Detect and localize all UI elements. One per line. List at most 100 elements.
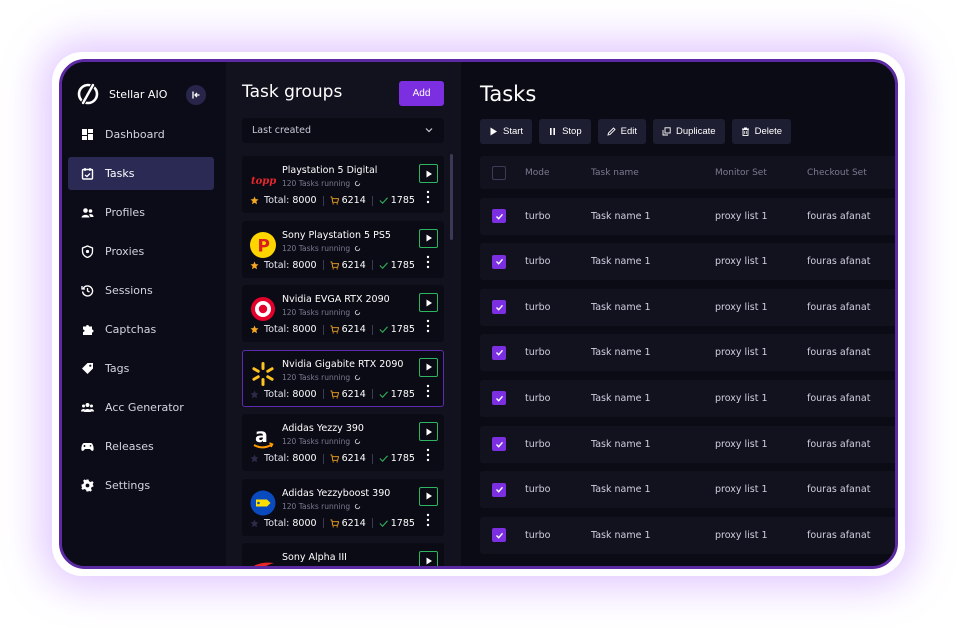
sidebar-item-label: Tasks (105, 167, 135, 180)
more-options-icon[interactable] (426, 319, 430, 333)
stop-button[interactable]: Stop (539, 119, 591, 144)
task-group-card[interactable]: Nvidia EVGA RTX 2090 120 Tasks running T… (242, 285, 444, 342)
play-group-button[interactable] (419, 551, 438, 566)
group-name: Adidas Yezzyboost 390 (282, 487, 391, 499)
group-checked: 1785 (390, 324, 415, 335)
app-window: Stellar AIO Dashboard Tasks Profiles Pro… (59, 59, 898, 569)
row-checkbox[interactable] (492, 391, 506, 406)
column-task-name[interactable]: Task name (591, 168, 639, 178)
column-monitor-set[interactable]: Monitor Set (715, 168, 767, 178)
cell-checkout-set: fouras afanat (807, 301, 871, 313)
more-options-icon[interactable] (426, 513, 430, 527)
play-group-button[interactable] (419, 486, 438, 506)
task-group-card[interactable]: Nvidia Gigabite RTX 2090 120 Tasks runni… (242, 349, 444, 407)
sort-select[interactable]: Last created (242, 118, 444, 143)
cell-mode: turbo (525, 438, 551, 450)
task-group-card[interactable]: Sony Alpha III (242, 543, 444, 566)
spinner-icon (354, 245, 361, 251)
cell-task-name: Task name 1 (591, 301, 651, 313)
row-checkbox[interactable] (492, 300, 506, 315)
group-checked: 1785 (390, 517, 415, 529)
table-row[interactable]: turbo Task name 1 proxy list 1 fouras af… (480, 197, 895, 235)
play-icon (426, 492, 432, 500)
start-button[interactable]: Start (480, 119, 533, 144)
duplicate-button[interactable]: Duplicate (652, 119, 725, 144)
topps-logo-icon: topps (250, 167, 276, 193)
sidebar-item-acc-generator[interactable]: Acc Generator (68, 391, 214, 424)
row-checkbox[interactable] (492, 254, 506, 269)
more-options-icon[interactable] (426, 448, 430, 462)
sidebar-item-tasks[interactable]: Tasks (68, 157, 214, 190)
column-checkout-set[interactable]: Checkout Set (807, 168, 867, 178)
add-group-button[interactable]: Add (399, 81, 444, 106)
sidebar-item-proxies[interactable]: Proxies (68, 235, 214, 268)
star-icon[interactable] (250, 196, 259, 205)
check-icon (379, 326, 388, 333)
sidebar-item-captchas[interactable]: Captchas (68, 313, 214, 346)
star-icon[interactable] (250, 454, 259, 463)
dashboard-icon (81, 128, 94, 141)
task-group-list: topps Playstation 5 Digital 120 Tasks ru… (242, 156, 444, 566)
row-checkbox[interactable] (492, 345, 506, 360)
play-group-button[interactable] (419, 293, 438, 312)
more-options-icon[interactable] (426, 255, 430, 269)
tasks-icon (81, 167, 94, 180)
cell-mode: turbo (525, 529, 551, 541)
star-icon[interactable] (250, 389, 259, 399)
sidebar-item-dashboard[interactable]: Dashboard (68, 118, 214, 151)
more-options-icon[interactable] (426, 384, 430, 398)
task-group-card[interactable]: a Adidas Yezzy 390 120 Tasks running Tot… (242, 414, 444, 471)
play-icon (426, 363, 432, 371)
check-icon (495, 304, 503, 311)
select-all-checkbox[interactable] (492, 165, 506, 180)
row-checkbox[interactable] (492, 482, 506, 497)
table-row[interactable]: turbo Task name 1 proxy list 1 fouras af… (480, 379, 895, 417)
group-carted: 6214 (341, 453, 366, 464)
table-row[interactable]: turbo Task name 1 proxy list 1 fouras af… (480, 471, 895, 509)
task-group-card[interactable]: Adidas Yezzyboost 390 120 Tasks running … (242, 478, 444, 536)
collapse-sidebar-button[interactable] (186, 85, 206, 105)
spinner-icon (354, 438, 361, 445)
star-icon[interactable] (250, 518, 259, 528)
row-checkbox[interactable] (492, 528, 506, 543)
task-group-card[interactable]: P Sony Playstation 5 PS5 120 Tasks runni… (242, 220, 444, 278)
delete-button[interactable]: Delete (731, 119, 792, 144)
cart-icon (330, 389, 339, 399)
column-mode[interactable]: Mode (525, 168, 550, 178)
table-row[interactable]: turbo Task name 1 proxy list 1 fouras af… (480, 334, 895, 372)
table-header: Mode Task name Monitor Set Checkout Set (480, 156, 895, 189)
play-group-button[interactable] (419, 422, 438, 441)
sidebar-item-sessions[interactable]: Sessions (68, 274, 214, 307)
star-icon[interactable] (250, 260, 259, 270)
table-row[interactable]: turbo Task name 1 proxy list 1 fouras af… (480, 425, 895, 463)
task-group-card[interactable]: topps Playstation 5 Digital 120 Tasks ru… (242, 156, 444, 213)
cell-task-name: Task name 1 (591, 210, 651, 222)
table-row[interactable]: turbo Task name 1 proxy list 1 fouras af… (480, 516, 895, 554)
cell-monitor-set: proxy list 1 (715, 484, 768, 496)
sidebar-item-settings[interactable]: Settings (68, 469, 214, 502)
bestbuy-logo-icon (250, 490, 276, 516)
sidebar-item-profiles[interactable]: Profiles (68, 196, 214, 229)
sidebar-item-tags[interactable]: Tags (68, 352, 214, 385)
group-stats: Total: 8000 6214 1785 (250, 518, 415, 529)
edit-button[interactable]: Edit (597, 119, 646, 144)
star-icon[interactable] (250, 325, 259, 334)
play-icon (490, 127, 497, 136)
table-row[interactable]: turbo Task name 1 proxy list 1 fouras af… (480, 243, 895, 281)
sidebar-item-releases[interactable]: Releases (68, 430, 214, 463)
chevron-down-icon (425, 128, 433, 133)
sidebar-item-label: Acc Generator (105, 401, 184, 414)
check-icon (495, 259, 503, 265)
group-carted: 6214 (341, 324, 366, 335)
row-checkbox[interactable] (492, 437, 506, 452)
group-list-scrollbar[interactable] (450, 154, 453, 240)
row-checkbox[interactable] (492, 209, 506, 224)
check-icon (495, 395, 503, 402)
play-group-button[interactable] (419, 164, 438, 183)
play-group-button[interactable] (419, 228, 438, 248)
cell-mode: turbo (525, 301, 551, 313)
cell-checkout-set: fouras afanat (807, 438, 871, 450)
more-options-icon[interactable] (426, 190, 430, 204)
play-group-button[interactable] (419, 357, 438, 377)
table-row[interactable]: turbo Task name 1 proxy list 1 fouras af… (480, 288, 895, 326)
